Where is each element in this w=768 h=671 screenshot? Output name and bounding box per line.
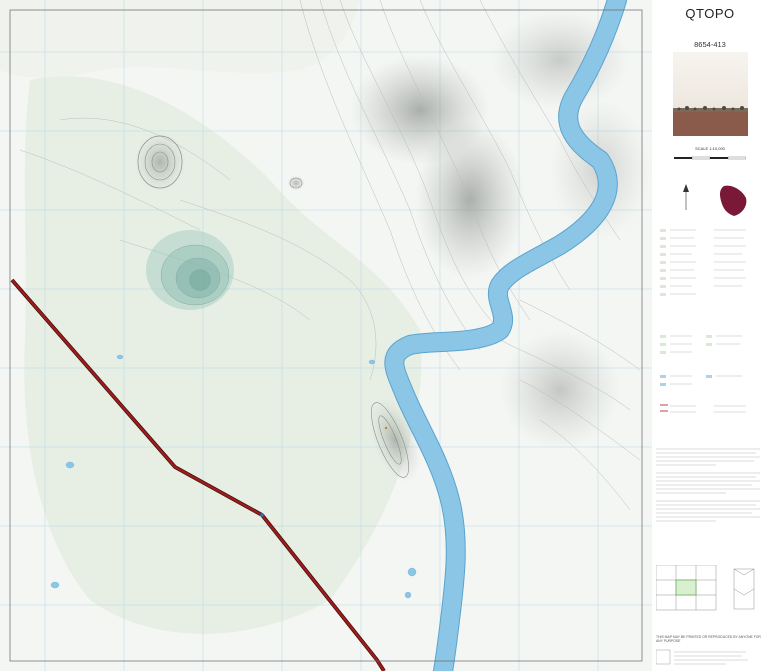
sheet-index	[656, 565, 755, 611]
scale-bar	[674, 156, 746, 160]
legend-block	[656, 225, 764, 440]
topographic-map[interactable]	[0, 0, 652, 671]
notes-text	[656, 448, 760, 522]
road-marker	[260, 513, 264, 517]
panel-title: QTOPO	[685, 6, 735, 21]
scale-label: SCALE 1:10,000	[695, 146, 725, 151]
vegetation-area-2	[0, 0, 360, 78]
sheet-number: 8654-413	[694, 40, 726, 49]
legend-panel: QTOPO 8654-413 SCALE 1:10,000 THIS MAP M…	[652, 0, 768, 671]
footer-logos	[656, 649, 748, 665]
hill-north-west	[134, 132, 186, 192]
hill-central-west	[146, 230, 234, 310]
map-frame[interactable]	[0, 0, 653, 671]
footer-note: THIS MAP MAY BE PRINTED OR REPRODUCED BY…	[656, 635, 761, 643]
location-inset	[683, 184, 747, 216]
small-hill	[287, 175, 305, 191]
cover-photo	[673, 52, 748, 136]
